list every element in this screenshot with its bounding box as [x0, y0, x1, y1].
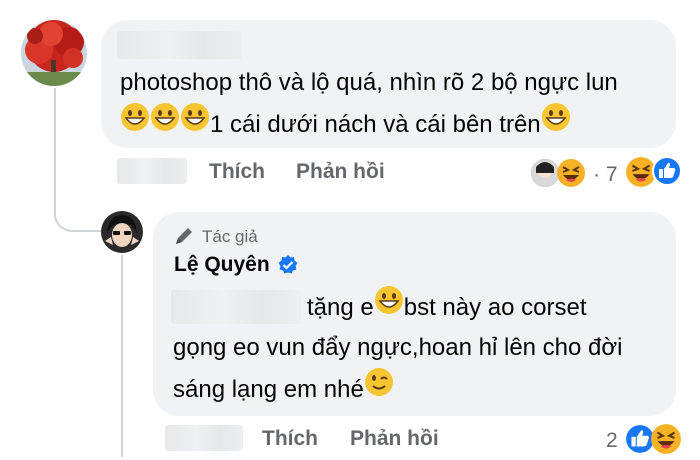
grin-emoji-icon: [120, 102, 150, 145]
author-name[interactable]: Lệ Quyên: [174, 253, 270, 277]
blurred-timestamp: [165, 425, 243, 451]
blurred-timestamp: [117, 158, 187, 184]
grin-emoji-icon: [374, 285, 404, 328]
haha-reaction-icon: [556, 158, 586, 193]
comment-2-text-1a: tặng e: [307, 293, 374, 321]
blurred-commenter-name[interactable]: [117, 31, 242, 59]
reaction-count[interactable]: 2: [606, 429, 618, 453]
commenter-avatar[interactable]: [21, 20, 87, 86]
comment-1-text-2: 1 cái dưới nách và cái bên trên: [210, 110, 541, 138]
haha-reaction-icon: [650, 423, 682, 460]
comment-1-line-2: 1 cái dưới nách và cái bên trên: [120, 102, 571, 147]
comment-1-text-1: photoshop thô và lộ quá, nhìn rõ 2 bộ ng…: [120, 69, 618, 96]
like-action[interactable]: Thích: [262, 427, 318, 451]
comment-2-text-1b: bst này ao corset: [403, 293, 587, 321]
verified-badge-icon: [277, 254, 299, 281]
comment-2-text-2: gọng eo vun đẩy ngực,hoan hỉ lên cho đời: [173, 334, 623, 361]
grin-emoji-icon: [150, 102, 180, 145]
like-action[interactable]: Thích: [209, 160, 265, 184]
grin-emoji-icon: [180, 102, 210, 145]
reply-action[interactable]: Phản hồi: [350, 427, 439, 451]
pen-icon: [173, 225, 195, 252]
wink-emoji-icon: [364, 367, 394, 410]
reply-action[interactable]: Phản hồi: [296, 160, 385, 184]
comment-2-text-3: sáng lạng em nhé: [173, 375, 364, 403]
reaction-count[interactable]: · 7: [593, 163, 618, 187]
thread-line-curve: [54, 196, 102, 232]
comment-2-line-2: gọng eo vun đẩy ngực,hoan hỉ lên cho đời: [173, 328, 622, 368]
author-badge-label: Tác giả: [202, 227, 258, 246]
thread-line-reply: [121, 255, 123, 457]
reactor-avatar: [531, 159, 559, 187]
comment-2-line-1: tặng e bst này ao corset: [307, 285, 587, 330]
author-avatar[interactable]: [101, 211, 143, 253]
blurred-mention[interactable]: [171, 290, 301, 324]
like-reaction-icon: [652, 156, 682, 191]
comment-1-line-1: photoshop thô và lộ quá, nhìn rõ 2 bộ ng…: [120, 63, 618, 103]
comment-2-line-3: sáng lạng em nhé: [173, 367, 394, 412]
grin-emoji-icon: [541, 102, 571, 145]
